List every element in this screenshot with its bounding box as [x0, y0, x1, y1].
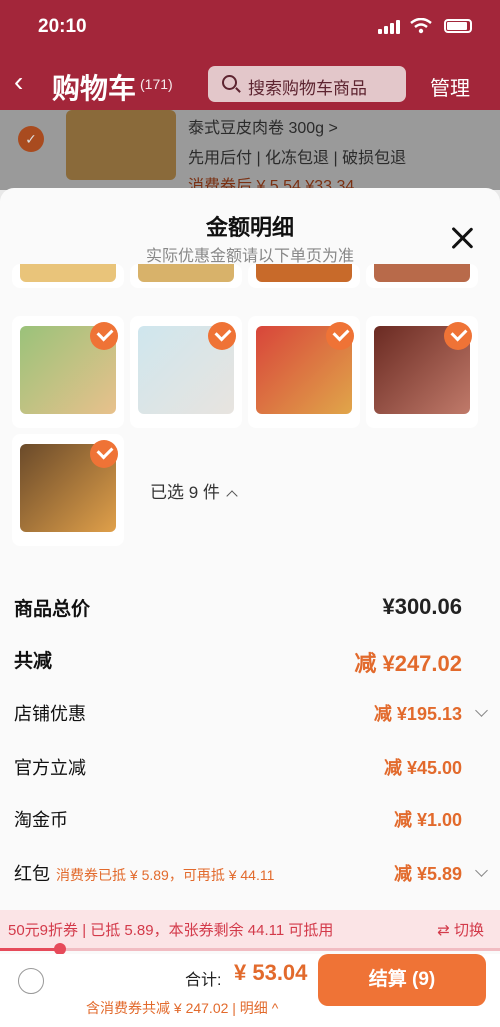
- check-icon[interactable]: [208, 322, 236, 350]
- coupon-text: 50元9折券 | 已抵 5.89，本张券剩余 44.11 可抵用: [8, 922, 334, 939]
- item-title: 泰式豆皮肉卷 300g >: [188, 120, 338, 137]
- cart-header: ‹ 购物车 (171) 搜索购物车商品 管理: [0, 62, 500, 108]
- product-card[interactable]: [248, 264, 360, 288]
- redpack-label-text: 红包: [14, 864, 50, 884]
- close-icon[interactable]: [450, 226, 474, 250]
- product-card[interactable]: [12, 434, 124, 546]
- item-tags: 先用后付 | 化冻包退 | 破损包退: [188, 150, 407, 167]
- selected-count-label: 已选 9 件: [150, 483, 220, 502]
- battery-icon: [444, 19, 472, 33]
- progress-track: [0, 948, 500, 951]
- status-time: 20:10: [38, 16, 87, 37]
- row-shop-label: 店铺优惠: [14, 704, 86, 724]
- wifi-icon: [410, 18, 432, 34]
- row-redpack[interactable]: 红包 消费券已抵 ¥ 5.89，可再抵 ¥ 44.11 减 ¥5.89: [14, 860, 488, 890]
- search-input[interactable]: 搜索购物车商品: [208, 66, 406, 102]
- check-icon[interactable]: [90, 322, 118, 350]
- chevron-down-icon: [475, 864, 488, 877]
- row-total-value: ¥300.06: [382, 594, 462, 619]
- row-coin-label: 淘金币: [14, 810, 68, 830]
- product-card[interactable]: [248, 316, 360, 428]
- back-button[interactable]: ‹: [14, 66, 23, 98]
- product-card[interactable]: [130, 264, 242, 288]
- product-card[interactable]: [366, 316, 478, 428]
- discount-detail-link[interactable]: 含消费券共减 ¥ 247.02 | 明细 ^: [86, 998, 278, 1018]
- row-redpack-label: 红包 消费券已抵 ¥ 5.89，可再抵 ¥ 44.11: [14, 860, 274, 886]
- row-official-label: 官方立减: [14, 758, 86, 778]
- row-official: 官方立减 减 ¥45.00: [14, 754, 470, 784]
- product-card[interactable]: [130, 316, 242, 428]
- switch-coupon-button[interactable]: ⇄ 切换: [437, 919, 484, 940]
- sheet-title: 金额明细: [205, 215, 294, 240]
- redpack-note: 消费券已抵 ¥ 5.89，可再抵 ¥ 44.11: [56, 867, 275, 883]
- manage-button[interactable]: 管理: [430, 72, 470, 101]
- row-total: 商品总价 ¥300.06: [14, 594, 470, 624]
- checkout-footer: 合计: ¥ 53.04 含消费券共减 ¥ 247.02 | 明细 ^ 结算 (9…: [0, 954, 500, 1027]
- progress-fill: [0, 948, 60, 951]
- product-card[interactable]: [12, 264, 124, 288]
- signal-icon: [378, 20, 400, 34]
- sheet-subtitle: 实际优惠金额请以下单页为准: [145, 248, 354, 265]
- row-coin-value: 减 ¥1.00: [393, 810, 462, 830]
- check-icon[interactable]: [326, 322, 354, 350]
- product-card[interactable]: [12, 316, 124, 428]
- row-discount: 共减 减 ¥247.02: [14, 646, 470, 676]
- check-icon[interactable]: [444, 322, 472, 350]
- cart-count: (171): [140, 76, 173, 92]
- chevron-down-icon: [475, 704, 488, 717]
- row-discount-label: 共减: [14, 651, 53, 672]
- row-redpack-value: 减 ¥5.89: [393, 864, 462, 884]
- search-placeholder: 搜索购物车商品: [248, 79, 367, 98]
- amount-detail-sheet: 金额明细 实际优惠金额请以下单页为准 已选 9 件 商品总价 ¥300.06 共…: [0, 188, 500, 1027]
- row-total-label: 商品总价: [14, 599, 91, 620]
- cart-item-background: ✓ 泰式豆皮肉卷 300g > 先用后付 | 化冻包退 | 破损包退 消费券后 …: [0, 110, 500, 190]
- chevron-up-icon: [226, 490, 238, 502]
- checkout-button[interactable]: 结算 (9): [318, 954, 486, 1006]
- total-value: ¥ 53.04: [234, 960, 308, 985]
- selected-count[interactable]: 已选 9 件: [150, 478, 238, 503]
- row-shop-value: 减 ¥195.13: [373, 704, 462, 724]
- row-shop[interactable]: 店铺优惠 减 ¥195.13: [14, 700, 488, 730]
- page-title: 购物车: [52, 73, 137, 104]
- row-coin: 淘金币 减 ¥1.00: [14, 806, 470, 836]
- total-label: 合计:: [185, 972, 222, 989]
- check-icon[interactable]: [90, 440, 118, 468]
- search-icon: [222, 75, 237, 90]
- row-discount-value: 减 ¥247.02: [354, 651, 462, 676]
- item-thumbnail: [66, 110, 176, 180]
- row-official-value: 减 ¥45.00: [383, 758, 462, 778]
- item-checkbox[interactable]: ✓: [18, 126, 44, 152]
- select-all-checkbox[interactable]: [18, 968, 44, 994]
- product-card[interactable]: [366, 264, 478, 288]
- coupon-bar: 50元9折券 | 已抵 5.89，本张券剩余 44.11 可抵用 ⇄ 切换: [0, 910, 500, 948]
- status-bar: 20:10: [0, 14, 500, 44]
